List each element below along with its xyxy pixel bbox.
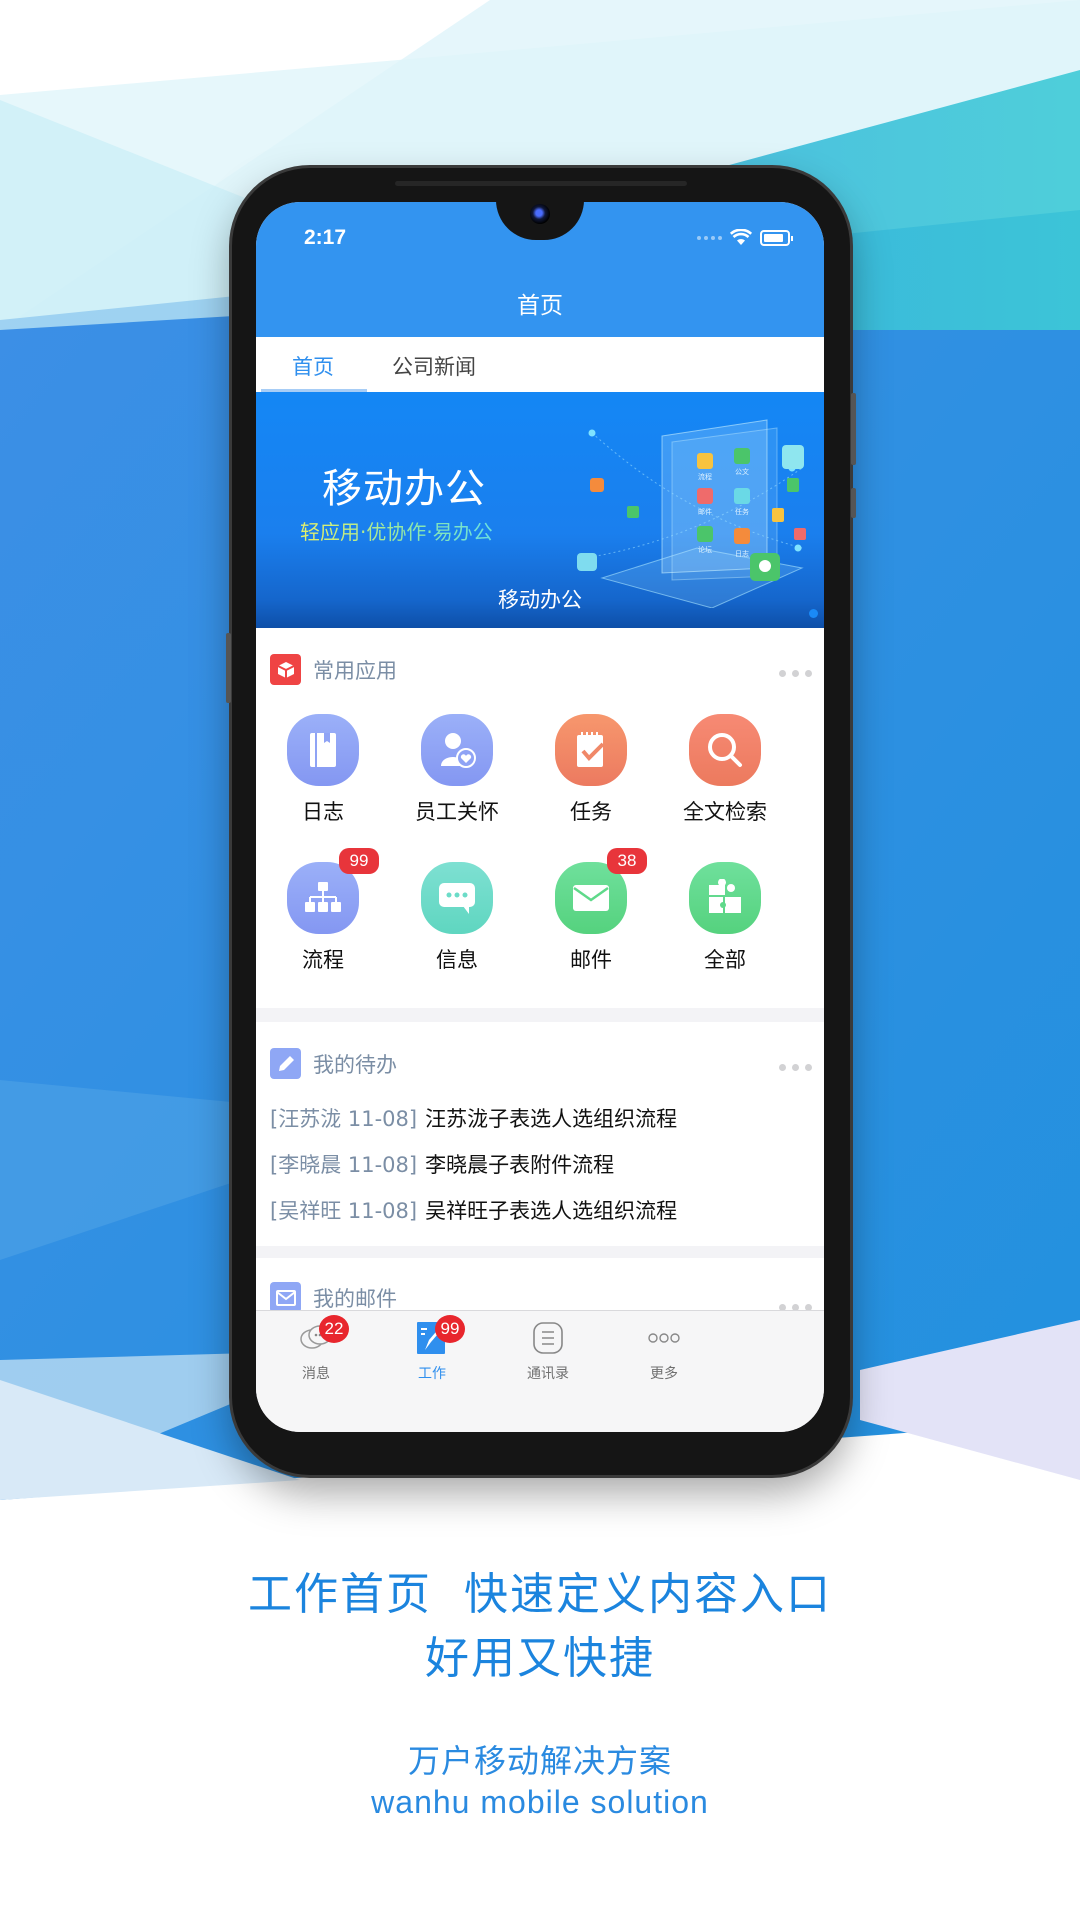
more-horizontal-icon [647, 1321, 681, 1355]
app-label: 流程 [302, 948, 344, 972]
illus-label: 任务 [735, 507, 749, 516]
todo-meta: [李晓晨 11-08] [270, 1153, 418, 1177]
todo-item[interactable]: [李晓晨 11-08] 李晓晨子表附件流程 [270, 1142, 677, 1188]
mail-icon: 38 [555, 848, 647, 934]
app-label: 全部 [704, 948, 746, 972]
todo-text: 汪苏泷子表选人选组织流程 [425, 1107, 678, 1131]
mail-badge: 38 [607, 848, 647, 874]
app-messages[interactable]: 信息 [390, 862, 524, 974]
workflow-badge: 99 [339, 848, 379, 874]
banner-illustration: 流程 公文 邮件 任务 论坛 日志 [577, 419, 806, 608]
banner-subtitle: 轻应用·优协作·易办公 [300, 516, 493, 545]
app-employee-care[interactable]: 员工关怀 [390, 714, 524, 826]
todo-header: 我的待办 [270, 1048, 397, 1079]
earpiece-speaker [395, 181, 687, 186]
app-label: 全文检索 [683, 800, 767, 824]
todo-more-button[interactable] [779, 1064, 812, 1071]
nav-contacts[interactable]: 通讯录 [488, 1321, 608, 1383]
contacts-list-icon [531, 1321, 565, 1355]
promo-tagline-en: wanhu mobile solution [371, 1784, 709, 1820]
page-title: 首页 [517, 293, 563, 319]
front-camera [530, 204, 550, 224]
illus-label: 日志 [735, 549, 749, 558]
chat-bubble-icon [421, 862, 493, 934]
todo-title: 我的待办 [313, 1052, 397, 1077]
bottom-nav: 22 消息 99 工作 通讯录 更多 [256, 1310, 824, 1432]
envelope-icon [270, 1282, 301, 1313]
common-apps-more-button[interactable] [779, 670, 812, 677]
app-label: 员工关怀 [415, 800, 499, 824]
work-edit-icon: 99 [415, 1315, 465, 1355]
illus-label: 论坛 [698, 545, 712, 554]
common-apps-header: 常用应用 [270, 654, 397, 685]
task-icon [555, 714, 627, 786]
illus-label: 流程 [698, 472, 712, 481]
side-button [851, 488, 856, 518]
nav-label: 通讯录 [527, 1366, 569, 1382]
search-icon [689, 714, 761, 786]
status-icons [697, 229, 793, 247]
tab-company-news[interactable]: 公司新闻 [392, 351, 476, 381]
app-fulltext-search[interactable]: 全文检索 [658, 714, 792, 826]
nav-label: 消息 [302, 1366, 330, 1382]
promo-headline-line2: 好用又快捷 [425, 1633, 655, 1684]
todo-card: 我的待办 [汪苏泷 11-08] 汪苏泷子表选人选组织流程 [李晓晨 11-08]… [256, 1022, 824, 1246]
notebook-icon [287, 714, 359, 786]
cube-icon [270, 654, 301, 685]
status-time: 2:17 [304, 226, 347, 249]
employee-care-icon [421, 714, 493, 786]
power-button [851, 393, 856, 465]
app-workflow[interactable]: 99 流程 [256, 848, 390, 974]
promo-headline-line1: 工作首页 快速定义内容入口 [248, 1569, 832, 1620]
app-label: 邮件 [570, 948, 612, 972]
app-all[interactable]: 全部 [658, 862, 792, 974]
messages-badge: 22 [319, 1315, 349, 1343]
todo-meta: [汪苏泷 11-08] [270, 1107, 418, 1131]
banner-caption: 移动办公 [498, 588, 582, 612]
top-tabs: 首页 公司新闻 [256, 337, 824, 392]
app-mail[interactable]: 38 邮件 [524, 848, 658, 974]
puzzle-icon [689, 862, 761, 934]
mail-header: 我的邮件 [270, 1282, 397, 1313]
illus-label: 邮件 [698, 507, 712, 516]
app-label: 信息 [436, 948, 478, 972]
signal-icon [697, 236, 722, 240]
todo-meta: [吴祥旺 11-08] [270, 1199, 418, 1223]
mail-title: 我的邮件 [313, 1286, 397, 1311]
nav-label: 更多 [650, 1366, 678, 1382]
carousel-indicator[interactable] [809, 609, 818, 618]
todo-text: 李晓晨子表附件流程 [425, 1153, 615, 1177]
banner-carousel[interactable]: 移动办公 轻应用·优协作·易办公 流程 公文 邮件 任务 论坛 日志 移动办公 [256, 392, 824, 628]
nav-work[interactable]: 99 工作 [372, 1315, 492, 1383]
todo-text: 吴祥旺子表选人选组织流程 [425, 1199, 678, 1223]
tab-home[interactable]: 首页 [292, 351, 334, 381]
common-apps-card: 常用应用 日志 员工关怀 任务 全文检索 99 流程 信息 38 邮件 全部 [256, 628, 824, 1008]
app-journal[interactable]: 日志 [256, 714, 390, 826]
nav-label: 工作 [418, 1366, 446, 1382]
chat-bubbles-icon: 22 [299, 1315, 349, 1355]
mail-card: 我的邮件 [256, 1258, 824, 1318]
work-badge: 99 [435, 1315, 465, 1343]
wifi-icon [730, 229, 752, 245]
battery-icon [760, 230, 793, 246]
app-task[interactable]: 任务 [524, 714, 658, 826]
flowchart-icon: 99 [287, 848, 379, 934]
nav-messages[interactable]: 22 消息 [256, 1315, 376, 1383]
phone-screen: 2:17 首页 首页 公司新闻 移动办公 轻应用·优协作·易办公 流程 公文 邮… [256, 202, 824, 1432]
todo-item[interactable]: [吴祥旺 11-08] 吴祥旺子表选人选组织流程 [270, 1188, 677, 1234]
illus-label: 公文 [735, 467, 749, 476]
todo-list: [汪苏泷 11-08] 汪苏泷子表选人选组织流程 [李晓晨 11-08] 李晓晨子表… [270, 1096, 677, 1234]
common-apps-title: 常用应用 [313, 658, 397, 683]
todo-item[interactable]: [汪苏泷 11-08] 汪苏泷子表选人选组织流程 [270, 1096, 677, 1142]
pencil-icon [270, 1048, 301, 1079]
app-label: 任务 [570, 800, 612, 824]
nav-more[interactable]: 更多 [604, 1321, 724, 1383]
promo-tagline-cn: 万户移动解决方案 [407, 1742, 672, 1780]
banner-title: 移动办公 [322, 466, 486, 512]
app-label: 日志 [302, 800, 344, 824]
volume-button [226, 633, 231, 703]
